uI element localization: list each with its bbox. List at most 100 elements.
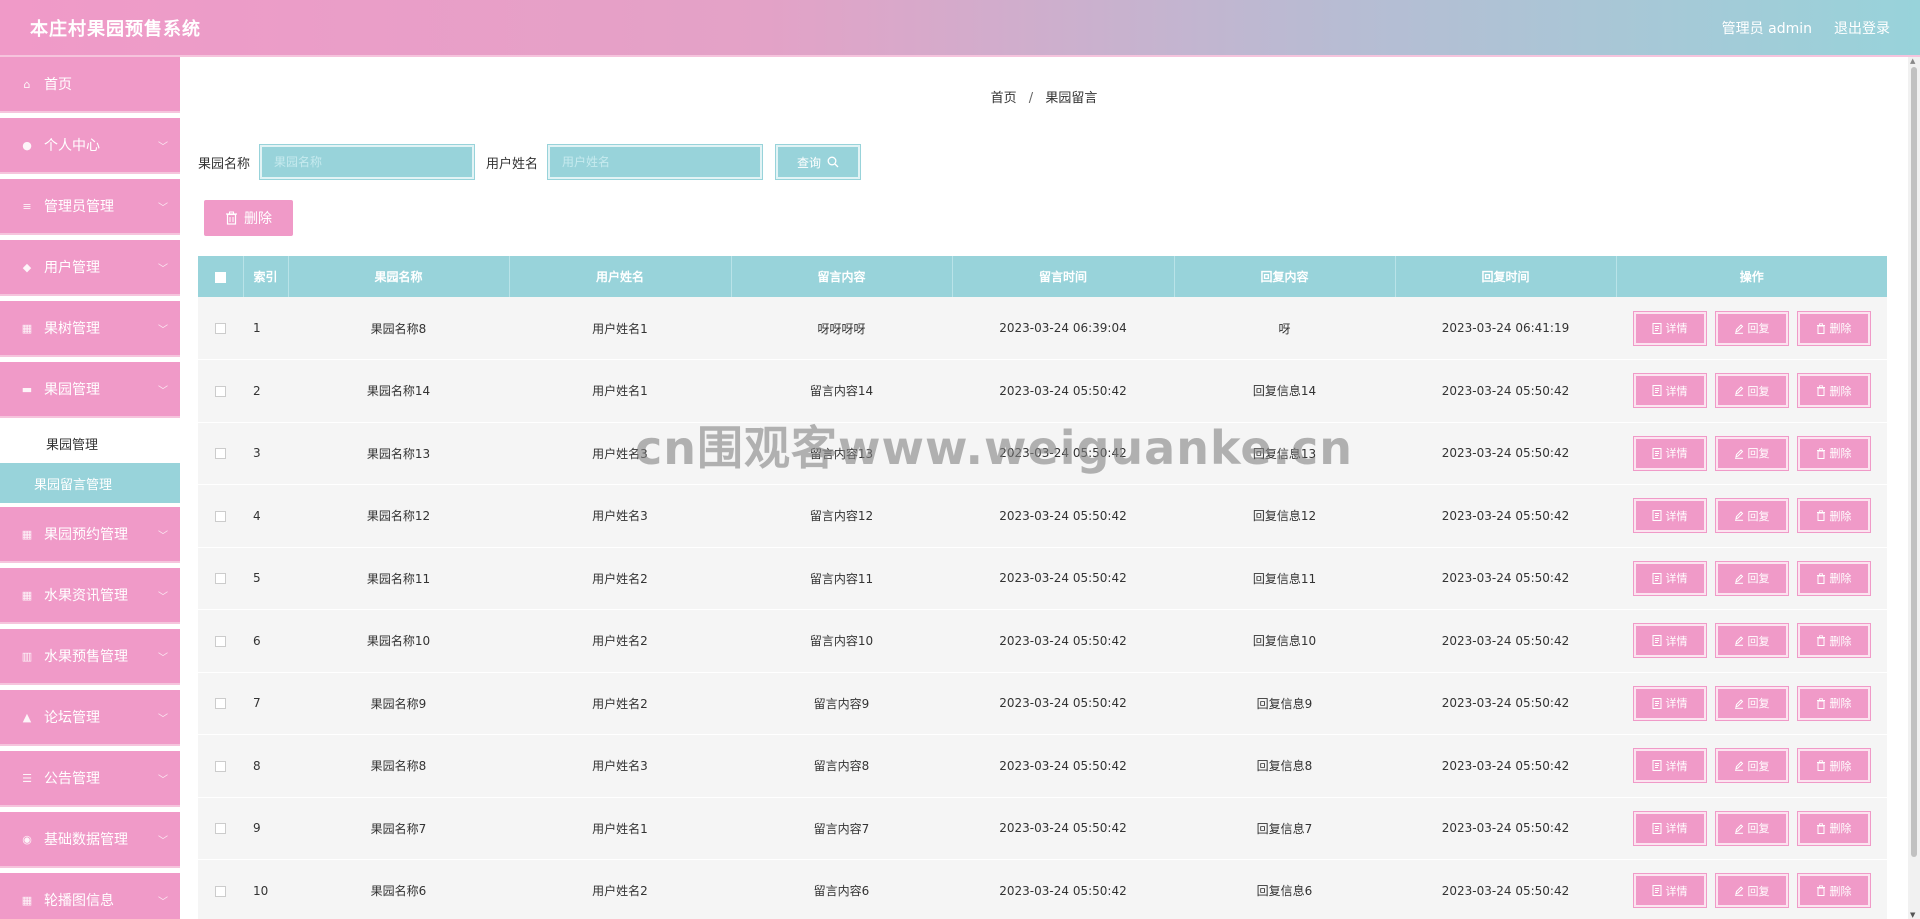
delete-button-label: 删除 <box>1829 759 1852 773</box>
cell-reply: 回复信息7 <box>1174 797 1395 860</box>
sidebar-item[interactable]: ▦ 轮播图信息 ﹀ <box>0 873 180 919</box>
delete-button-label: 删除 <box>1829 384 1852 398</box>
delete-button[interactable]: 删除 <box>1796 373 1871 409</box>
logout-link[interactable]: 退出登录 <box>1834 18 1890 38</box>
reply-button[interactable]: 回复 <box>1714 310 1789 346</box>
sidebar-item[interactable]: ≡ 管理员管理 ﹀ <box>0 179 180 235</box>
user-name-input[interactable] <box>547 144 764 180</box>
reply-button[interactable]: 回复 <box>1714 498 1789 534</box>
reply-button[interactable]: 回复 <box>1714 560 1789 596</box>
row-checkbox[interactable] <box>215 885 226 897</box>
delete-button[interactable]: 删除 <box>1796 498 1871 534</box>
orchard-name-input[interactable] <box>259 144 476 180</box>
bulk-delete-button[interactable]: 删除 <box>204 200 293 236</box>
sidebar-item-label: 公告管理 <box>44 771 100 787</box>
detail-button[interactable]: 详情 <box>1632 810 1707 846</box>
cell-reply-time: 2023-03-24 05:50:42 <box>1395 609 1616 673</box>
scroll-down-icon[interactable]: ▼ <box>1910 911 1915 919</box>
cell-orchard: 果园名称14 <box>288 359 509 423</box>
scroll-thumb[interactable] <box>1911 67 1917 857</box>
document-icon <box>1652 635 1661 647</box>
delete-button[interactable]: 删除 <box>1796 810 1871 846</box>
sub-item[interactable]: 果园管理 <box>0 423 180 463</box>
column-header: 回复时间 <box>1395 256 1617 297</box>
cell-actions: 详情 回复 删除 <box>1616 484 1887 548</box>
detail-button-label: 详情 <box>1665 697 1688 711</box>
table-row: 1 果园名称8 用户姓名1 呀呀呀呀 2023-03-24 06:39:04 呀 2023-… <box>198 297 1887 360</box>
orchard-name-label: 果园名称 <box>198 156 251 172</box>
delete-button[interactable]: 删除 <box>1796 310 1871 346</box>
scroll-up-icon[interactable]: ▲ <box>1910 57 1915 65</box>
table-row: 10 果园名称6 用户姓名2 留言内容6 2023-03-24 05:50:42 回复信息… <box>198 859 1887 919</box>
row-select-cell <box>198 359 243 423</box>
chevron-down-icon: ﹀ <box>158 896 168 908</box>
sidebar-item[interactable]: ▦ 水果资讯管理 ﹀ <box>0 568 180 624</box>
detail-button[interactable]: 详情 <box>1632 435 1707 471</box>
row-checkbox[interactable] <box>215 510 226 522</box>
cell-content: 留言内容11 <box>731 547 952 610</box>
detail-button[interactable]: 详情 <box>1632 748 1707 784</box>
breadcrumb-home[interactable]: 首页 <box>991 91 1017 106</box>
delete-button[interactable]: 删除 <box>1796 685 1871 721</box>
sidebar-item[interactable]: ◆ 用户管理 ﹀ <box>0 240 180 296</box>
cell-orchard: 果园名称10 <box>288 609 509 673</box>
query-button[interactable]: 查询 <box>775 144 862 180</box>
grid-icon: ▦ <box>21 527 33 541</box>
select-all-checkbox[interactable] <box>214 271 226 283</box>
sidebar-item[interactable]: ⌂ 首页 <box>0 57 180 113</box>
row-checkbox[interactable] <box>215 448 226 460</box>
detail-button[interactable]: 详情 <box>1632 623 1707 659</box>
delete-button[interactable]: 删除 <box>1796 873 1871 909</box>
admin-label[interactable]: 管理员 admin <box>1722 18 1812 38</box>
delete-button[interactable]: 删除 <box>1796 748 1871 784</box>
sidebar-item[interactable]: ▥ 水果预售管理 ﹀ <box>0 629 180 685</box>
row-checkbox[interactable] <box>215 385 226 397</box>
cell-index: 7 <box>243 672 288 735</box>
delete-button[interactable]: 删除 <box>1796 560 1871 596</box>
sidebar-item[interactable]: ● 个人中心 ﹀ <box>0 118 180 174</box>
reply-button[interactable]: 回复 <box>1714 873 1789 909</box>
edit-icon <box>1734 699 1743 709</box>
column-header: 回复内容 <box>1174 256 1396 297</box>
sidebar-item[interactable]: ▬ 果园管理 ﹀ <box>0 362 180 418</box>
cell-orchard: 果园名称7 <box>288 797 509 860</box>
cell-user: 用户姓名1 <box>509 797 731 860</box>
edit-icon <box>1734 386 1743 397</box>
delete-button[interactable]: 删除 <box>1796 435 1871 471</box>
cell-content: 留言内容13 <box>731 422 952 485</box>
reply-button[interactable]: 回复 <box>1714 685 1789 721</box>
cell-time: 2023-03-24 05:50:42 <box>952 547 1174 610</box>
detail-button[interactable]: 详情 <box>1632 685 1707 721</box>
reply-button-label: 回复 <box>1747 884 1770 898</box>
sidebar-item[interactable]: ☰ 公告管理 ﹀ <box>0 751 180 807</box>
row-checkbox[interactable] <box>215 698 226 710</box>
reply-button-label: 回复 <box>1747 322 1770 335</box>
reply-button[interactable]: 回复 <box>1714 435 1789 471</box>
row-checkbox[interactable] <box>215 573 226 585</box>
reply-button[interactable]: 回复 <box>1714 810 1789 846</box>
row-checkbox[interactable] <box>215 760 226 772</box>
reply-button[interactable]: 回复 <box>1714 623 1789 659</box>
detail-button[interactable]: 详情 <box>1632 310 1707 346</box>
detail-button[interactable]: 详情 <box>1632 873 1707 909</box>
sidebar-item[interactable]: ▦ 果树管理 ﹀ <box>0 301 180 357</box>
reply-button[interactable]: 回复 <box>1714 748 1789 784</box>
row-checkbox[interactable] <box>215 823 226 835</box>
delete-button-label: 删除 <box>1829 572 1852 586</box>
row-checkbox[interactable] <box>215 323 226 334</box>
sidebar-item[interactable]: ◉ 基础数据管理 ﹀ <box>0 812 180 868</box>
sidebar-item[interactable]: ▦ 果园预约管理 ﹀ <box>0 507 180 563</box>
page-scrollbar[interactable]: ▲ ▼ <box>1908 57 1920 919</box>
sidebar-item[interactable]: ▲ 论坛管理 ﹀ <box>0 690 180 746</box>
cell-index: 5 <box>243 547 288 610</box>
detail-button[interactable]: 详情 <box>1632 373 1707 409</box>
table-row: 4 果园名称12 用户姓名3 留言内容12 2023-03-24 05:50:42 回复信… <box>198 484 1887 548</box>
detail-button[interactable]: 详情 <box>1632 560 1707 596</box>
row-select-cell <box>198 422 243 485</box>
reply-button[interactable]: 回复 <box>1714 373 1789 409</box>
delete-button[interactable]: 删除 <box>1796 623 1871 659</box>
sub-item-active[interactable]: 果园留言管理 <box>0 463 180 503</box>
row-checkbox[interactable] <box>215 635 226 647</box>
column-header: 操作 <box>1739 270 1764 284</box>
detail-button[interactable]: 详情 <box>1632 498 1707 534</box>
